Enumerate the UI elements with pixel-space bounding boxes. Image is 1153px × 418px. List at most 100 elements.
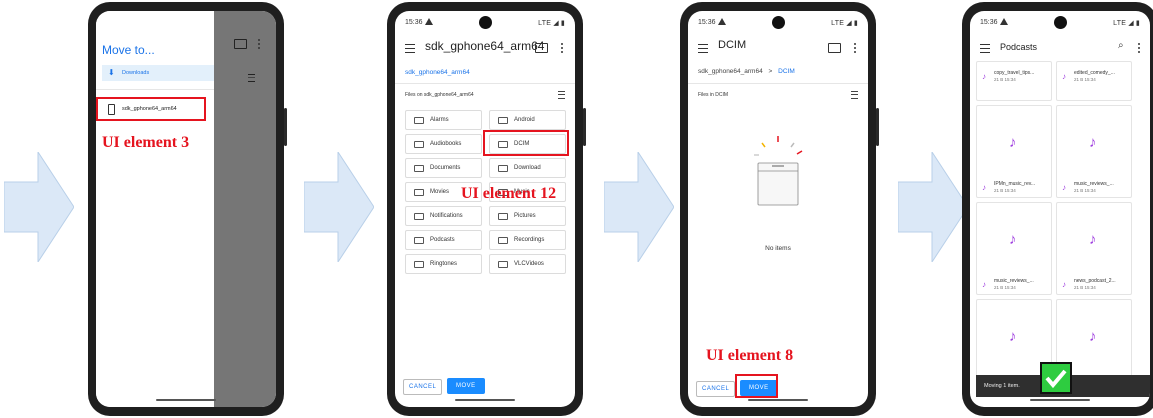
folder-label: Recordings bbox=[514, 237, 545, 243]
section-header: Files in DCIM bbox=[698, 92, 729, 98]
flow-arrow-2 bbox=[304, 152, 374, 262]
file-tile[interactable]: ♪ ♪ news_podcast_2... 21 B 15:34 bbox=[1056, 202, 1132, 295]
cancel-button[interactable]: CANCEL bbox=[403, 379, 443, 395]
file-meta: 21 B 15:34 bbox=[1074, 77, 1096, 82]
page-title: Podcasts bbox=[1000, 42, 1038, 52]
breadcrumb[interactable]: sdk_gphone64_arm64 bbox=[405, 69, 470, 76]
status-time: 15:36 bbox=[405, 19, 423, 26]
file-meta: 21 B 15:34 bbox=[994, 285, 1016, 290]
folder-icon bbox=[414, 141, 424, 148]
status-bar: 15:36 LTE ◢ ▮ bbox=[395, 11, 575, 33]
flow-arrow-4 bbox=[898, 152, 968, 262]
cancel-button[interactable]: CANCEL bbox=[696, 381, 736, 397]
folder-item[interactable]: Ringtones bbox=[405, 254, 482, 274]
menu-icon[interactable] bbox=[698, 44, 708, 53]
status-bar: 15:36 LTE ◢ ▮ bbox=[970, 11, 1150, 33]
flow-arrow-3 bbox=[604, 152, 674, 262]
folder-icon bbox=[414, 165, 424, 172]
drawer-item-label: Downloads bbox=[122, 70, 150, 76]
music-note-icon: ♪ bbox=[982, 280, 986, 289]
file-name: edited_comedy_... bbox=[1074, 70, 1115, 76]
search-icon[interactable]: ⌕ bbox=[1118, 40, 1124, 51]
folder-item[interactable]: Audiobooks bbox=[405, 134, 482, 154]
warning-icon bbox=[718, 18, 726, 25]
highlight-box bbox=[735, 374, 778, 398]
phone-screen-2: 15:36 LTE ◢ ▮ sdk_gphone64_arm64 sdk_gph… bbox=[387, 2, 586, 416]
file-name: copy_travel_tips... bbox=[994, 70, 1035, 76]
breadcrumb-root[interactable]: sdk_gphone64_arm64 bbox=[698, 68, 763, 75]
camera-cutout bbox=[772, 16, 785, 29]
folder-item[interactable]: Android bbox=[489, 110, 566, 130]
annotation-label: UI element 12 bbox=[461, 185, 557, 202]
status-bar: 15:36 LTE ◢ ▮ bbox=[688, 11, 868, 33]
highlight-box bbox=[483, 130, 569, 156]
phone-screen-4: 15:36 LTE ◢ ▮ Podcasts ⌕ ♪ copy_travel_ti… bbox=[962, 2, 1153, 416]
empty-folder-illustration bbox=[754, 136, 803, 206]
file-tile[interactable]: ♪ ♪ music_reviews_... 21 B 15:34 bbox=[1056, 105, 1132, 198]
new-folder-icon[interactable] bbox=[828, 43, 841, 53]
menu-icon[interactable] bbox=[980, 44, 990, 53]
status-time: 15:36 bbox=[980, 19, 998, 26]
more-options-icon[interactable] bbox=[561, 43, 563, 53]
folder-label: Alarms bbox=[430, 117, 449, 123]
folder-icon bbox=[498, 237, 508, 244]
divider bbox=[395, 83, 575, 84]
folder-label: Movies bbox=[430, 189, 450, 195]
divider bbox=[688, 83, 868, 84]
drawer-scrim[interactable] bbox=[214, 11, 276, 407]
folder-icon bbox=[414, 117, 424, 124]
folder-label: VLCVideos bbox=[514, 261, 544, 267]
folder-item[interactable]: Recordings bbox=[489, 230, 566, 250]
drawer-item-downloads[interactable]: ⬇ Downloads bbox=[102, 65, 214, 81]
file-tile[interactable]: ♪ ♪ music_reviews_... 21 B 15:34 bbox=[976, 202, 1052, 295]
file-meta: 21 B 15:34 bbox=[994, 77, 1016, 82]
drawer-divider bbox=[96, 89, 214, 90]
new-folder-icon[interactable] bbox=[535, 43, 548, 53]
list-view-icon[interactable] bbox=[851, 91, 858, 99]
folder-icon bbox=[414, 189, 424, 196]
folder-label: Podcasts bbox=[430, 237, 455, 243]
music-note-icon: ♪ bbox=[1062, 72, 1066, 81]
top-app-bar: sdk_gphone64_arm64 bbox=[395, 33, 575, 63]
folder-item[interactable]: Alarms bbox=[405, 110, 482, 130]
folder-icon bbox=[498, 117, 508, 124]
folder-label: Download bbox=[514, 165, 541, 171]
music-note-icon: ♪ bbox=[1009, 328, 1017, 345]
music-note-icon: ♪ bbox=[1062, 280, 1066, 289]
download-icon: ⬇ bbox=[108, 68, 115, 77]
file-name: IPMn_music_rev... bbox=[994, 181, 1036, 187]
file-tile[interactable]: ♪ copy_travel_tips... 21 B 15:34 bbox=[976, 61, 1052, 101]
list-view-icon[interactable] bbox=[558, 91, 565, 99]
folder-item[interactable]: Notifications bbox=[405, 206, 482, 226]
folder-item[interactable]: Download bbox=[489, 158, 566, 178]
camera-cutout bbox=[479, 16, 492, 29]
music-note-icon: ♪ bbox=[1089, 231, 1097, 248]
more-options-icon[interactable] bbox=[1138, 43, 1140, 53]
folder-item[interactable]: Pictures bbox=[489, 206, 566, 226]
folder-icon bbox=[414, 237, 424, 244]
more-options-icon bbox=[258, 39, 260, 49]
folder-label: Notifications bbox=[430, 213, 463, 219]
folder-label: Ringtones bbox=[430, 261, 458, 267]
folder-item[interactable]: Documents bbox=[405, 158, 482, 178]
music-note-icon: ♪ bbox=[1062, 183, 1066, 192]
music-note-icon: ♪ bbox=[982, 72, 986, 81]
drawer-title: Move to... bbox=[102, 43, 155, 57]
more-options-icon[interactable] bbox=[854, 43, 856, 53]
list-view-icon bbox=[248, 74, 255, 82]
file-name: news_podcast_2... bbox=[1074, 278, 1116, 284]
annotation-label: UI element 8 bbox=[706, 347, 794, 364]
breadcrumb-current[interactable]: DCIM bbox=[778, 68, 795, 75]
folder-item[interactable]: Podcasts bbox=[405, 230, 482, 250]
file-tile[interactable]: ♪ edited_comedy_... 21 B 15:34 bbox=[1056, 61, 1132, 101]
file-tile[interactable]: ♪ ♪ IPMn_music_rev... 21 B 15:34 bbox=[976, 105, 1052, 198]
page-title: sdk_gphone64_arm64 bbox=[425, 39, 545, 53]
network-status: LTE ◢ ▮ bbox=[1113, 20, 1140, 27]
folder-icon bbox=[414, 213, 424, 220]
menu-icon[interactable] bbox=[405, 44, 415, 53]
file-meta: 21 B 15:34 bbox=[1074, 285, 1096, 290]
folder-item[interactable]: VLCVideos bbox=[489, 254, 566, 274]
snackbar-text: Moving 1 item. bbox=[984, 383, 1020, 389]
move-button[interactable]: MOVE bbox=[447, 378, 485, 394]
music-note-icon: ♪ bbox=[1089, 328, 1097, 345]
